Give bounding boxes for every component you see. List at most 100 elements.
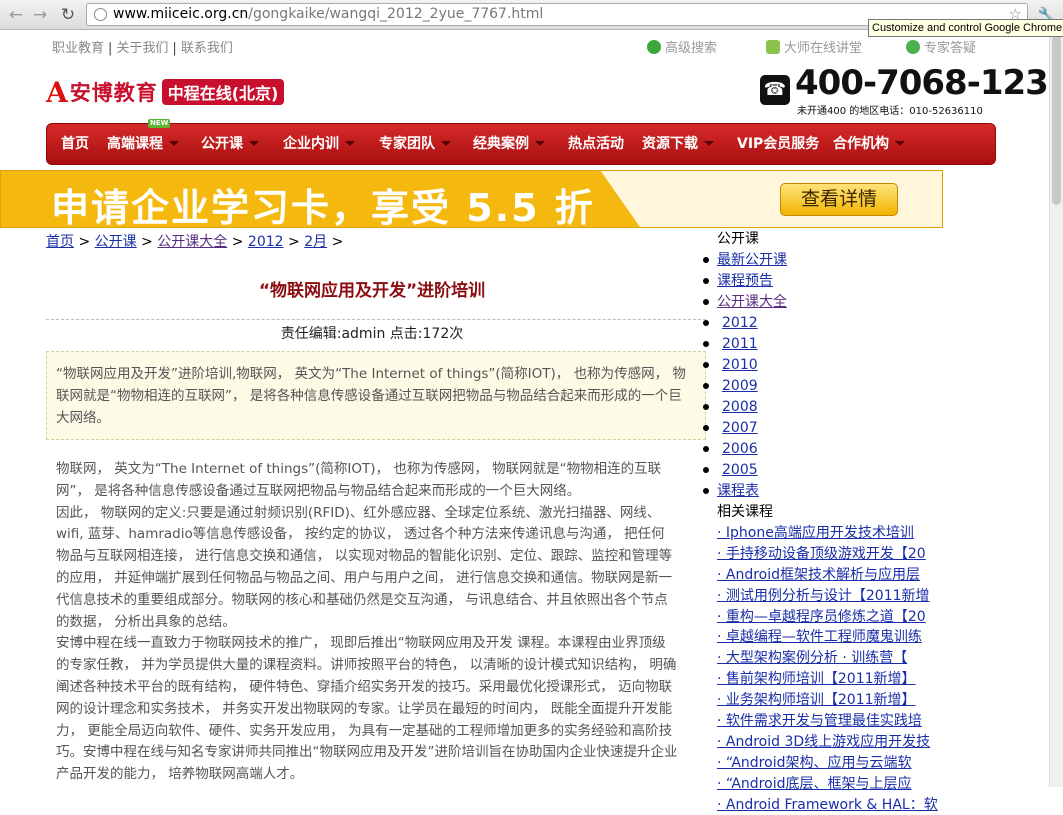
related-link[interactable]: · “Android架构、应用与云端软 xyxy=(717,755,911,771)
breadcrumb: 首页 > 公开课 > 公开课大全 > 2012 > 2月 > xyxy=(46,234,344,250)
related-item: · 售前架构师培训【2011新增】 xyxy=(717,669,947,690)
related-link[interactable]: · 测试用例分析与设计【2011新增 xyxy=(717,588,930,604)
nav-hot-events[interactable]: 热点活动 xyxy=(568,124,624,164)
breadcrumb-all-courses[interactable]: 公开课大全 xyxy=(157,234,227,250)
tooltip: Customize and control Google Chrome xyxy=(868,19,1063,37)
page-icon xyxy=(94,8,107,21)
phone-icon: ☎ xyxy=(760,75,790,105)
top-link-contact[interactable]: 联系我们 xyxy=(181,41,233,56)
main-nav: 首页 高端课程 公开课 企业内训 专家团队 经典案例 热点活动 资源下载 VIP… xyxy=(46,123,996,165)
logo-mark: A xyxy=(46,75,68,109)
related-heading: 相关课程 xyxy=(717,504,773,520)
sidebar-year: 2007 xyxy=(703,418,947,439)
reload-icon[interactable]: ↻ xyxy=(58,5,78,25)
sidebar-year: 2005 xyxy=(703,460,947,481)
nav-enterprise-training[interactable]: 企业内训 xyxy=(283,124,355,164)
sidebar-year: 2011 xyxy=(703,334,947,355)
nav-expert-team[interactable]: 专家团队 xyxy=(379,124,451,164)
nav-partners[interactable]: 合作机构 xyxy=(833,124,905,164)
sidebar-year: 2006 xyxy=(703,439,947,460)
breadcrumb-public-courses[interactable]: 公开课 xyxy=(95,234,137,250)
top-link-about[interactable]: 关于我们 xyxy=(116,41,168,56)
related-item: · 软件需求开发与管理最佳实践培 xyxy=(717,711,947,732)
article-body: 物联网， 英文为“The Internet of things”(简称IOT)，… xyxy=(56,459,678,786)
related-link[interactable]: · 售前架构师培训【2011新增】 xyxy=(717,671,916,687)
year-link-2012[interactable]: 2012 xyxy=(717,313,758,334)
chevron-down-icon xyxy=(169,141,179,146)
scroll-thumb[interactable] xyxy=(1052,35,1061,205)
sidebar-year: 2012 xyxy=(703,313,947,334)
related-item: · Android 3D线上游戏应用开发技 xyxy=(717,732,947,753)
vertical-scrollbar[interactable] xyxy=(1049,31,1063,787)
expert-qa-link[interactable]: 专家答疑 xyxy=(906,37,976,56)
nav-downloads[interactable]: 资源下载 xyxy=(642,124,714,164)
related-link[interactable]: · 手持移动设备顶级游戏开发【20 xyxy=(717,546,926,562)
sidebar-item: 公开课大全 xyxy=(703,292,947,313)
related-item: · 大型架构案例分析 · 训练营【 xyxy=(717,648,947,669)
year-link-2008[interactable]: 2008 xyxy=(717,397,758,418)
related-item: · 测试用例分析与设计【2011新增 xyxy=(717,586,947,607)
article-title: “物联网应用及开发”进阶培训 xyxy=(258,281,486,301)
chevron-down-icon xyxy=(535,141,545,146)
divider xyxy=(46,319,706,320)
nav-premium-courses[interactable]: 高端课程 xyxy=(107,124,179,164)
nav-public-courses[interactable]: 公开课 xyxy=(201,124,259,164)
related-item: · “Android架构、应用与云端软 xyxy=(717,753,947,774)
related-item: · 卓越编程—软件工程师魔鬼训练 xyxy=(717,627,947,648)
new-badge: NEW xyxy=(148,119,171,128)
related-link[interactable]: · Android 3D线上游戏应用开发技 xyxy=(717,734,930,750)
related-link[interactable]: · 软件需求开发与管理最佳实践培 xyxy=(717,713,922,729)
forward-icon[interactable]: → xyxy=(30,5,50,25)
sidebar-link-latest[interactable]: 最新公开课 xyxy=(717,252,787,268)
year-link-2007[interactable]: 2007 xyxy=(717,418,758,439)
year-link-2011[interactable]: 2011 xyxy=(717,334,758,355)
related-link[interactable]: · “Android底层、框架与上层应 xyxy=(717,776,911,792)
related-link[interactable]: · 重构—卓越程序员修炼之道【20 xyxy=(717,609,926,625)
related-item: · 手持移动设备顶级游戏开发【20 xyxy=(717,544,947,565)
banner-text: 申请企业学习卡，享受 5.5 折 xyxy=(51,186,595,228)
chevron-down-icon xyxy=(441,141,451,146)
related-link[interactable]: · 业务架构师培训【2011新增】 xyxy=(717,692,916,708)
paragraph: 安博中程在线一直致力于物联网技术的推广， 现即后推出“物联网应用及开发 课程。本… xyxy=(56,635,678,783)
related-link[interactable]: · 卓越编程—软件工程师魔鬼训练 xyxy=(717,629,922,645)
related-item: · Iphone高端应用开发技术培训 xyxy=(717,523,947,544)
search-icon xyxy=(647,40,661,54)
sidebar-item: 最新公开课 xyxy=(703,250,947,271)
article-summary: “物联网应用及开发”进阶培训,物联网， 英文为“The Internet of … xyxy=(46,351,706,440)
related-link[interactable]: · Android框架技术解析与应用层 xyxy=(717,567,920,583)
related-link[interactable]: · Iphone高端应用开发技术培训 xyxy=(717,525,914,541)
paragraph: 因此， 物联网的定义:只要是通过射频识别(RFID)、红外感应器、全球定位系统、… xyxy=(56,504,673,630)
sidebar-link-preview[interactable]: 课程预告 xyxy=(717,273,773,289)
phone-number: 400-7068-123 xyxy=(795,63,1049,103)
nav-home[interactable]: 首页 xyxy=(61,124,89,164)
year-link-2010[interactable]: 2010 xyxy=(717,355,758,376)
back-icon[interactable]: ← xyxy=(6,5,26,25)
breadcrumb-year[interactable]: 2012 xyxy=(248,234,284,250)
site-logo[interactable]: A 安博教育 中程在线(北京) xyxy=(46,75,285,109)
year-link-2005[interactable]: 2005 xyxy=(717,460,758,481)
top-link-vocational[interactable]: 职业教育 xyxy=(52,41,104,56)
sidebar-item: 课程表 xyxy=(703,481,947,502)
promo-banner[interactable]: 申请企业学习卡，享受 5.5 折 查看详情 xyxy=(0,170,943,228)
breadcrumb-month[interactable]: 2月 xyxy=(304,234,327,250)
sidebar-year: 2009 xyxy=(703,376,947,397)
paragraph: 物联网， 英文为“The Internet of things”(简称IOT)，… xyxy=(56,461,662,499)
related-link[interactable]: · 大型架构案例分析 · 训练营【 xyxy=(717,650,907,666)
top-links: 职业教育 | 关于我们 | 联系我们 xyxy=(52,41,233,56)
year-link-2006[interactable]: 2006 xyxy=(717,439,758,460)
nav-classic-cases[interactable]: 经典案例 xyxy=(473,124,545,164)
related-link[interactable]: · Android Framework & HAL：软 xyxy=(717,797,938,813)
sidebar-link-schedule[interactable]: 课程表 xyxy=(717,483,759,499)
related-item: · “Android底层、框架与上层应 xyxy=(717,774,947,795)
chevron-down-icon xyxy=(704,141,714,146)
advanced-search-link[interactable]: 高级搜索 xyxy=(647,37,717,56)
url-path: /gongkaike/wangqi_2012_2yue_7767.html xyxy=(248,6,544,22)
view-details-button[interactable]: 查看详情 xyxy=(780,183,898,216)
nav-vip-service[interactable]: VIP会员服务 xyxy=(737,124,819,164)
breadcrumb-home[interactable]: 首页 xyxy=(46,234,74,250)
sidebar-link-all[interactable]: 公开课大全 xyxy=(717,294,787,310)
year-link-2009[interactable]: 2009 xyxy=(717,376,758,397)
chevron-down-icon xyxy=(345,141,355,146)
master-lecture-link[interactable]: 大师在线讲堂 xyxy=(766,37,862,56)
sidebar-item: 课程预告 xyxy=(703,271,947,292)
